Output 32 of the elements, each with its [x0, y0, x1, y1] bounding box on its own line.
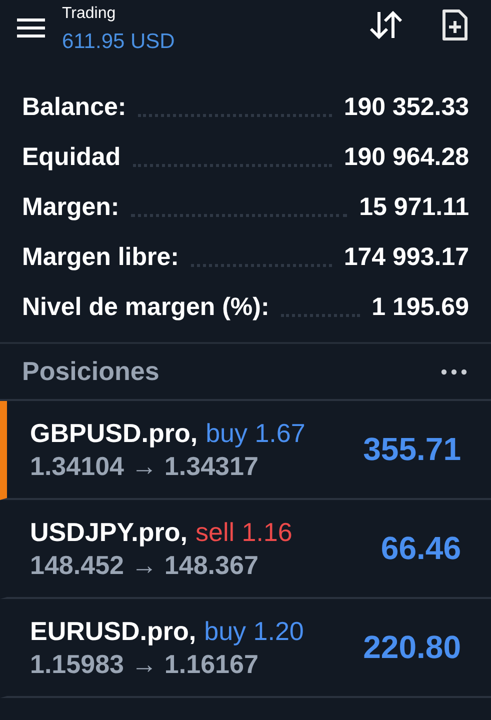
field-value: 190 352.33	[344, 92, 469, 123]
symbol: EURUSD.pro,	[30, 614, 196, 646]
order-type: buy 1.20	[204, 614, 304, 646]
symbol: USDJPY.pro,	[30, 516, 188, 548]
more-icon[interactable]	[441, 368, 467, 374]
profit-value: 355.71	[363, 431, 461, 468]
field-label: Equidad	[22, 142, 121, 173]
price-range: 1.15983 → 1.16167	[30, 648, 260, 680]
field-value: 190 964.28	[344, 142, 469, 173]
field-value: 1 195.69	[372, 292, 469, 323]
price-range: 1.34104 → 1.34317	[30, 450, 260, 482]
field-value: 174 993.17	[344, 242, 469, 273]
order-type: buy 1.67	[206, 416, 306, 448]
field-label: Margen:	[22, 192, 120, 223]
position-row[interactable]: GBPUSD.pro, buy 1.67 1.34104 → 1.34317 355.71	[0, 401, 491, 500]
symbol: GBPUSD.pro,	[30, 416, 198, 448]
profit-value: 66.46	[380, 530, 461, 567]
field-label: Nivel de margen (%):	[22, 292, 270, 323]
profit-value: 220.80	[363, 629, 461, 666]
field-value: 15 971.11	[359, 192, 469, 223]
field-label: Balance:	[22, 92, 126, 123]
account-balance: 611.95 USD	[62, 29, 176, 55]
sort-icon[interactable]	[369, 10, 403, 40]
menu-icon[interactable]	[17, 18, 45, 38]
section-title: Posiciones	[22, 356, 160, 387]
position-row[interactable]: USDJPY.pro, sell 1.16 148.452 → 148.367 66.46	[0, 500, 491, 599]
order-type: sell 1.16	[196, 516, 292, 548]
account-type: Trading	[62, 5, 117, 23]
price-range: 148.452 → 148.367	[30, 548, 260, 582]
field-label: Margen libre:	[22, 242, 179, 273]
position-row[interactable]: EURUSD.pro, buy 1.20 1.15983 → 1.16167 220.80	[0, 599, 491, 698]
new-document-icon[interactable]	[441, 8, 469, 42]
